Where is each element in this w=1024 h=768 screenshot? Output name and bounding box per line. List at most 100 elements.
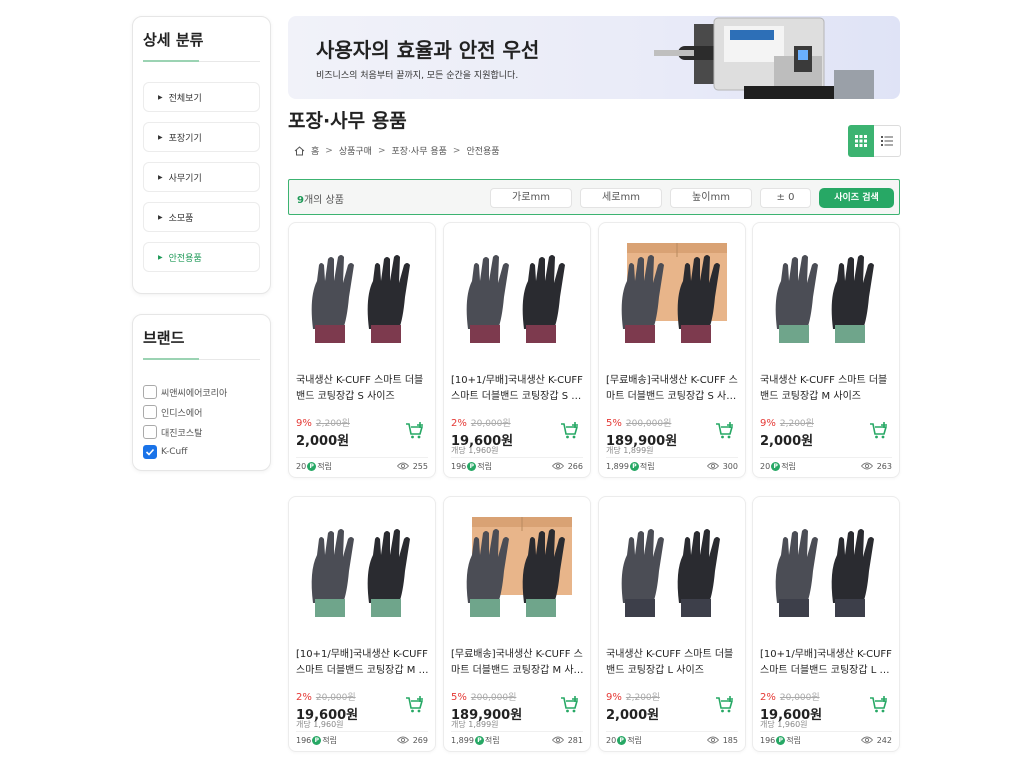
points-icon: P bbox=[776, 736, 786, 745]
eye-icon bbox=[706, 736, 719, 746]
list-icon bbox=[881, 136, 893, 146]
breadcrumb-item[interactable]: 포장·사무 용품 bbox=[392, 144, 447, 157]
triangle-right-icon: ▶ bbox=[158, 253, 163, 261]
original-price: 2,200원 bbox=[625, 693, 660, 703]
divider bbox=[143, 358, 260, 360]
add-to-cart-icon[interactable] bbox=[560, 695, 580, 715]
product-name[interactable]: [10+1/무배]국내생산 K-CUFF 스마트 더블밴드 코팅장갑 L 사이즈 bbox=[760, 647, 896, 679]
banner-title: 사용자의 효율과 안전 우선 bbox=[316, 38, 540, 62]
category-item[interactable]: ▶ 소모품 bbox=[143, 202, 260, 232]
brand-item[interactable]: 대진코스탈 bbox=[143, 422, 260, 442]
product-name[interactable]: [10+1/무배]국내생산 K-CUFF 스마트 더블밴드 코팅장갑 M 사이즈 bbox=[296, 647, 432, 679]
discount-rate: 2% 20,000원 bbox=[296, 692, 356, 703]
category-item[interactable]: ▶ 전체보기 bbox=[143, 82, 260, 112]
product-card[interactable]: 국내생산 K-CUFF 스마트 더블밴드 코팅장갑 M 사이즈 9% 2,200원 2… bbox=[752, 222, 900, 478]
product-image[interactable] bbox=[763, 511, 891, 637]
product-image[interactable] bbox=[609, 511, 737, 637]
unit-price: 개당 1,960원 bbox=[760, 720, 808, 729]
product-image[interactable] bbox=[299, 237, 427, 363]
breadcrumb-separator: > bbox=[452, 145, 461, 156]
depth-input[interactable]: 세로mm bbox=[580, 188, 662, 208]
sale-price: 2,000원 bbox=[606, 708, 660, 723]
breadcrumb-home[interactable]: 홈 bbox=[311, 144, 319, 157]
unit-price: 개당 1,899원 bbox=[606, 446, 654, 455]
add-to-cart-icon[interactable] bbox=[869, 695, 889, 715]
product-image[interactable] bbox=[609, 237, 737, 363]
category-item[interactable]: ▶ 사무기기 bbox=[143, 162, 260, 192]
product-card[interactable]: [무료배송]국내생산 K-CUFF 스마트 더블밴드 코팅장갑 M 사이즈 5%2… bbox=[443, 496, 591, 752]
size-search-button[interactable]: 사이즈 검색 bbox=[819, 188, 894, 208]
card-footer: 196 P 적립 266 bbox=[451, 457, 583, 471]
points: 196 P 적립 bbox=[760, 736, 802, 745]
home-icon[interactable] bbox=[294, 145, 305, 156]
brand-checkbox[interactable] bbox=[143, 425, 157, 439]
category-list: ▶ 전체보기 ▶ 포장기기 ▶ 사무기기 ▶ 소모품 ▶ 안전용품 bbox=[133, 62, 270, 272]
brand-checkbox[interactable] bbox=[143, 405, 157, 419]
points-icon: P bbox=[467, 462, 477, 471]
brand-item[interactable]: 인디스에어 bbox=[143, 402, 260, 422]
product-image[interactable] bbox=[299, 511, 427, 637]
category-item[interactable]: ▶ 포장기기 bbox=[143, 122, 260, 152]
brand-list: 씨앤씨에어코리아인디스에어대진코스탈 K-Cuff bbox=[133, 360, 270, 462]
list-view-button[interactable] bbox=[874, 125, 901, 157]
product-card[interactable]: [10+1/무배]국내생산 K-CUFF 스마트 더블밴드 코팅장갑 M 사이즈… bbox=[288, 496, 436, 752]
sale-price: 2,000원 bbox=[296, 434, 350, 449]
original-price: 200,000원 bbox=[625, 419, 672, 429]
brand-label: 인디스에어 bbox=[161, 408, 203, 419]
width-input[interactable]: 가로mm bbox=[490, 188, 572, 208]
category-label: 포장기기 bbox=[168, 133, 202, 144]
breadcrumb-item[interactable]: 안전용품 bbox=[466, 144, 499, 157]
product-name[interactable]: [10+1/무배]국내생산 K-CUFF 스마트 더블밴드 코팅장갑 S 사이즈 bbox=[451, 373, 587, 405]
grid-view-button[interactable] bbox=[848, 125, 874, 157]
product-card[interactable]: [10+1/무배]국내생산 K-CUFF 스마트 더블밴드 코팅장갑 S 사이즈… bbox=[443, 222, 591, 478]
product-name[interactable]: [무료배송]국내생산 K-CUFF 스마트 더블밴드 코팅장갑 M 사이즈 bbox=[451, 647, 587, 679]
product-image[interactable] bbox=[763, 237, 891, 363]
product-image[interactable] bbox=[454, 511, 582, 637]
product-name[interactable]: 국내생산 K-CUFF 스마트 더블밴드 코팅장갑 M 사이즈 bbox=[760, 373, 896, 405]
view-count: 269 bbox=[396, 736, 428, 746]
view-count: 185 bbox=[706, 736, 738, 746]
category-label: 안전용품 bbox=[168, 253, 202, 264]
brand-title: 브랜드 bbox=[143, 329, 185, 347]
unit-price: 개당 1,960원 bbox=[296, 720, 344, 729]
category-label: 전체보기 bbox=[168, 93, 202, 104]
add-to-cart-icon[interactable] bbox=[869, 421, 889, 441]
card-footer: 20 P 적립 185 bbox=[606, 731, 738, 745]
add-to-cart-icon[interactable] bbox=[715, 421, 735, 441]
banner-subtitle: 비즈니스의 처음부터 끝까지, 모든 순간을 지원합니다. bbox=[316, 71, 519, 81]
product-card[interactable]: [무료배송]국내생산 K-CUFF 스마트 더블밴드 코팅장갑 S 사이즈 5%2… bbox=[598, 222, 746, 478]
eye-icon bbox=[396, 736, 409, 746]
product-name[interactable]: 국내생산 K-CUFF 스마트 더블밴드 코팅장갑 L 사이즈 bbox=[606, 647, 742, 679]
height-input[interactable]: 높이mm bbox=[670, 188, 752, 208]
add-to-cart-icon[interactable] bbox=[405, 695, 425, 715]
packing-machine-illustration bbox=[654, 17, 874, 99]
brand-checkbox[interactable] bbox=[143, 385, 157, 399]
add-to-cart-icon[interactable] bbox=[405, 421, 425, 441]
eye-icon bbox=[396, 462, 409, 472]
triangle-right-icon: ▶ bbox=[158, 173, 163, 181]
card-footer: 1,899 P 적립 281 bbox=[451, 731, 583, 745]
product-image[interactable] bbox=[454, 237, 582, 363]
brand-checkbox[interactable] bbox=[143, 445, 157, 459]
page-title: 포장·사무 용품 bbox=[288, 110, 407, 132]
points-icon: P bbox=[771, 462, 781, 471]
add-to-cart-icon[interactable] bbox=[560, 421, 580, 441]
brand-label: 씨앤씨에어코리아 bbox=[161, 388, 228, 399]
divider bbox=[143, 60, 260, 62]
product-card[interactable]: 국내생산 K-CUFF 스마트 더블밴드 코팅장갑 L 사이즈 9% 2,200원 2… bbox=[598, 496, 746, 752]
product-name[interactable]: 국내생산 K-CUFF 스마트 더블밴드 코팅장갑 S 사이즈 bbox=[296, 373, 432, 405]
discount-rate: 5% 200,000원 bbox=[451, 692, 517, 703]
original-price: 20,000원 bbox=[470, 419, 511, 429]
breadcrumb-item[interactable]: 상품구매 bbox=[339, 144, 372, 157]
category-item[interactable]: ▶ 안전용품 bbox=[143, 242, 260, 272]
product-name[interactable]: [무료배송]국내생산 K-CUFF 스마트 더블밴드 코팅장갑 S 사이즈 bbox=[606, 373, 742, 405]
product-card[interactable]: 국내생산 K-CUFF 스마트 더블밴드 코팅장갑 S 사이즈 9% 2,200원 2… bbox=[288, 222, 436, 478]
category-label: 사무기기 bbox=[168, 173, 202, 184]
promo-banner[interactable]: 사용자의 효율과 안전 우선 비즈니스의 처음부터 끝까지, 모든 순간을 지원… bbox=[288, 16, 900, 99]
add-to-cart-icon[interactable] bbox=[715, 695, 735, 715]
points-icon: P bbox=[312, 736, 322, 745]
product-card[interactable]: [10+1/무배]국내생산 K-CUFF 스마트 더블밴드 코팅장갑 L 사이즈… bbox=[752, 496, 900, 752]
brand-item[interactable]: K-Cuff bbox=[143, 442, 260, 462]
tolerance-input[interactable]: ± 0 bbox=[760, 188, 811, 208]
brand-item[interactable]: 씨앤씨에어코리아 bbox=[143, 382, 260, 402]
